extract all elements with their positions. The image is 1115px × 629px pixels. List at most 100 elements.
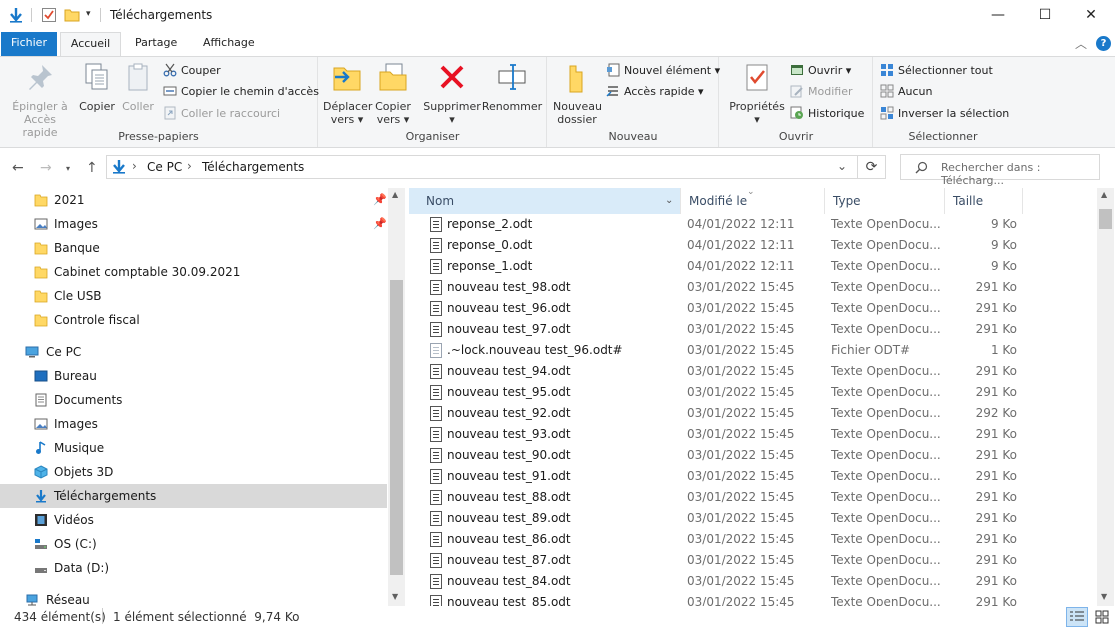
column-filter-chevron-icon[interactable]: ⌄ xyxy=(665,188,673,214)
nav-item-banque[interactable]: Banque xyxy=(0,236,387,260)
minimize-button[interactable]: — xyxy=(975,0,1021,30)
download-arrow-icon[interactable] xyxy=(8,7,24,23)
scrollbar-thumb[interactable] xyxy=(1099,209,1112,229)
nav-item-images-pinned[interactable]: Images 📌 xyxy=(0,212,387,236)
scrollbar-thumb[interactable] xyxy=(390,280,403,575)
delete-dropdown-icon[interactable]: ▾ xyxy=(423,113,481,126)
scroll-up-icon[interactable]: ▲ xyxy=(1101,190,1107,199)
up-button[interactable]: ↑ xyxy=(86,160,98,176)
nav-item-reseau[interactable]: Réseau xyxy=(0,588,387,606)
nav-item-controle-fiscal[interactable]: Controle fiscal xyxy=(0,308,387,332)
select-all-button[interactable]: Sélectionner tout xyxy=(880,62,993,80)
nav-item-os-c[interactable]: OS (C:) xyxy=(0,532,387,556)
details-view-button[interactable] xyxy=(1066,607,1088,627)
file-row[interactable]: nouveau test_94.odt 03/01/2022 15:45 Texte… xyxy=(409,361,1097,382)
pin-quick-access-button[interactable]: Épingler à Accès rapide xyxy=(6,61,74,139)
scroll-down-icon[interactable]: ▼ xyxy=(1101,592,1107,601)
properties-button[interactable]: Propriétés ▾ xyxy=(726,61,788,126)
nav-item-cabinet-comptable[interactable]: Cabinet comptable 30.09.2021 xyxy=(0,260,387,284)
file-row[interactable]: reponse_0.odt 04/01/2022 12:11 Texte OpenD… xyxy=(409,235,1097,256)
refresh-button[interactable]: ⟳ xyxy=(858,155,886,179)
paste-shortcut-button[interactable]: Coller le raccourci xyxy=(163,105,280,123)
navigation-scrollbar[interactable]: ▲ ▼ xyxy=(388,188,405,606)
delete-button[interactable]: Supprimer ▾ xyxy=(423,61,481,126)
file-row[interactable]: nouveau test_86.odt 03/01/2022 15:45 Texte… xyxy=(409,529,1097,550)
copy-to-button[interactable]: Copier vers ▾ xyxy=(373,61,413,126)
breadcrumb-separator[interactable]: › xyxy=(187,159,192,173)
file-row[interactable]: nouveau test_95.odt 03/01/2022 15:45 Texte… xyxy=(409,382,1097,403)
new-item-button[interactable]: Nouvel élément ▾ xyxy=(606,62,720,80)
column-header-type[interactable]: Type xyxy=(825,188,945,214)
breadcrumb-telechargements[interactable]: Téléchargements xyxy=(202,160,304,174)
nav-item-videos[interactable]: Vidéos xyxy=(0,508,387,532)
back-button[interactable]: ← xyxy=(12,160,24,176)
file-row[interactable]: nouveau test_88.odt 03/01/2022 15:45 Texte… xyxy=(409,487,1097,508)
file-row[interactable]: nouveau test_93.odt 03/01/2022 15:45 Texte… xyxy=(409,424,1097,445)
tab-affichage[interactable]: Affichage xyxy=(192,32,266,56)
scroll-up-icon[interactable]: ▲ xyxy=(392,190,398,199)
nav-item-telechargements[interactable]: Téléchargements xyxy=(0,484,387,508)
history-button[interactable]: Historique xyxy=(790,105,864,123)
nav-item-2021[interactable]: 2021 📌 xyxy=(0,188,387,212)
file-row[interactable]: nouveau test_90.odt 03/01/2022 15:45 Texte… xyxy=(409,445,1097,466)
copy-path-button[interactable]: Copier le chemin d'accès xyxy=(163,83,319,101)
paste-button[interactable]: Coller xyxy=(119,61,157,113)
invert-selection-button[interactable]: Inverser la sélection xyxy=(880,105,1009,123)
file-row[interactable]: nouveau test_92.odt 03/01/2022 15:45 Texte… xyxy=(409,403,1097,424)
scroll-down-icon[interactable]: ▼ xyxy=(392,592,398,601)
rename-button[interactable]: Renommer xyxy=(481,61,543,113)
file-row[interactable]: nouveau test_87.odt 03/01/2022 15:45 Texte… xyxy=(409,550,1097,571)
large-icons-view-button[interactable] xyxy=(1092,607,1112,627)
maximize-button[interactable]: ☐ xyxy=(1022,0,1068,30)
forward-button[interactable]: → xyxy=(40,160,52,176)
edit-button[interactable]: Modifier xyxy=(790,83,852,101)
new-folder-icon[interactable] xyxy=(64,7,80,23)
column-header-modifie[interactable]: Modifié le ⌄ xyxy=(681,188,825,214)
file-row[interactable]: nouveau test_89.odt 03/01/2022 15:45 Texte… xyxy=(409,508,1097,529)
nav-item-images[interactable]: Images xyxy=(0,412,387,436)
file-row[interactable]: nouveau test_84.odt 03/01/2022 15:45 Texte… xyxy=(409,571,1097,592)
nav-item-musique[interactable]: Musique xyxy=(0,436,387,460)
file-row[interactable]: nouveau test_96.odt 03/01/2022 15:45 Texte… xyxy=(409,298,1097,319)
open-button[interactable]: Ouvrir ▾ xyxy=(790,62,851,80)
nav-item-documents[interactable]: Documents xyxy=(0,388,387,412)
file-name: nouveau test_89.odt xyxy=(447,511,571,525)
file-row[interactable]: reponse_1.odt 04/01/2022 12:11 Texte OpenD… xyxy=(409,256,1097,277)
collapse-ribbon-icon[interactable]: ︿ xyxy=(1075,35,1087,52)
move-to-button[interactable]: Déplacer vers ▾ xyxy=(323,61,372,126)
file-row[interactable]: nouveau test_98.odt 03/01/2022 15:45 Texte… xyxy=(409,277,1097,298)
easy-access-button[interactable]: Accès rapide ▾ xyxy=(606,83,704,101)
copy-button[interactable]: Copier xyxy=(77,61,117,113)
customize-qa-icon[interactable]: ▾ xyxy=(86,9,91,19)
tab-fichier[interactable]: Fichier xyxy=(1,32,57,56)
file-row[interactable]: nouveau test_91.odt 03/01/2022 15:45 Texte… xyxy=(409,466,1097,487)
file-row[interactable]: reponse_2.odt 04/01/2022 12:11 Texte OpenD… xyxy=(409,214,1097,235)
column-header-taille[interactable]: Taille xyxy=(945,188,1023,214)
nav-item-objets-3d[interactable]: Objets 3D xyxy=(0,460,387,484)
address-history-chevron-icon[interactable]: ⌄ xyxy=(837,159,847,173)
nav-item-ce-pc[interactable]: Ce PC xyxy=(0,340,387,364)
breadcrumb-separator[interactable]: › xyxy=(132,159,137,173)
tab-partage[interactable]: Partage xyxy=(124,32,188,56)
nav-item-data-d[interactable]: Data (D:) xyxy=(0,556,387,580)
breadcrumb-ce-pc[interactable]: Ce PC xyxy=(147,160,182,174)
file-row[interactable]: .~lock.nouveau test_96.odt# 03/01/2022 15… xyxy=(409,340,1097,361)
help-icon[interactable]: ? xyxy=(1096,36,1111,51)
file-list-scrollbar[interactable]: ▲ ▼ xyxy=(1097,188,1114,606)
recent-locations-icon[interactable]: ▾ xyxy=(66,164,70,173)
file-row[interactable]: nouveau test_97.odt 03/01/2022 15:45 Texte… xyxy=(409,319,1097,340)
file-row[interactable]: nouveau test_85.odt 03/01/2022 15:45 Texte… xyxy=(409,592,1097,606)
nav-item-cle-usb[interactable]: Cle USB xyxy=(0,284,387,308)
tab-accueil[interactable]: Accueil xyxy=(60,32,121,57)
close-button[interactable]: ✕ xyxy=(1068,0,1114,30)
properties-icon[interactable] xyxy=(41,7,57,23)
select-none-button[interactable]: Aucun xyxy=(880,83,933,101)
address-bar[interactable]: › Ce PC › Téléchargements ⌄ xyxy=(106,155,858,179)
properties-dropdown-icon[interactable]: ▾ xyxy=(726,113,788,126)
search-input[interactable]: Rechercher dans : Télécharg... xyxy=(900,154,1100,187)
column-header-nom[interactable]: Nom ⌄ xyxy=(409,188,681,214)
file-type: Texte OpenDocu... xyxy=(831,406,941,420)
new-folder-button[interactable]: Nouveau dossier xyxy=(553,61,602,126)
cut-button[interactable]: Couper xyxy=(163,62,221,80)
nav-item-bureau[interactable]: Bureau xyxy=(0,364,387,388)
